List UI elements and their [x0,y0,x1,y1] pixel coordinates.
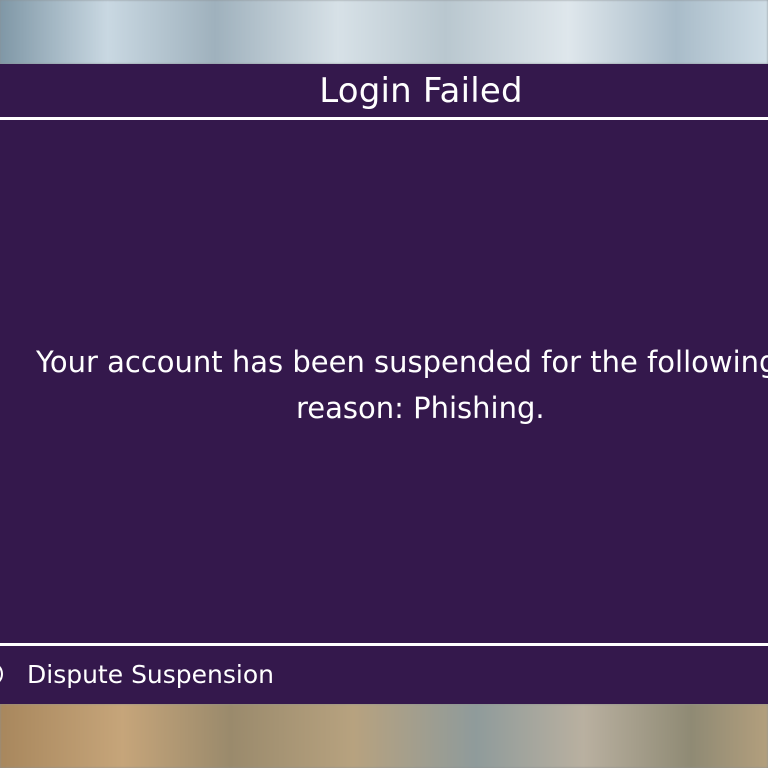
suspension-message-line-1: Your account has been suspended for the … [36,345,768,379]
background-top-strip [0,0,768,64]
suspension-message-line-2: reason: Phishing. [296,391,545,425]
login-failed-dialog: Login Failed Your account has been suspe… [0,64,768,704]
title-divider [0,117,768,120]
dialog-title: Login Failed [319,71,523,111]
dispute-suspension-button[interactable]: Dispute Suspension [0,646,300,704]
dispute-suspension-label: Dispute Suspension [27,660,275,689]
controller-button-icon [0,662,3,686]
background-bottom-strip [0,704,768,768]
suspension-message: Your account has been suspended for the … [36,339,768,431]
